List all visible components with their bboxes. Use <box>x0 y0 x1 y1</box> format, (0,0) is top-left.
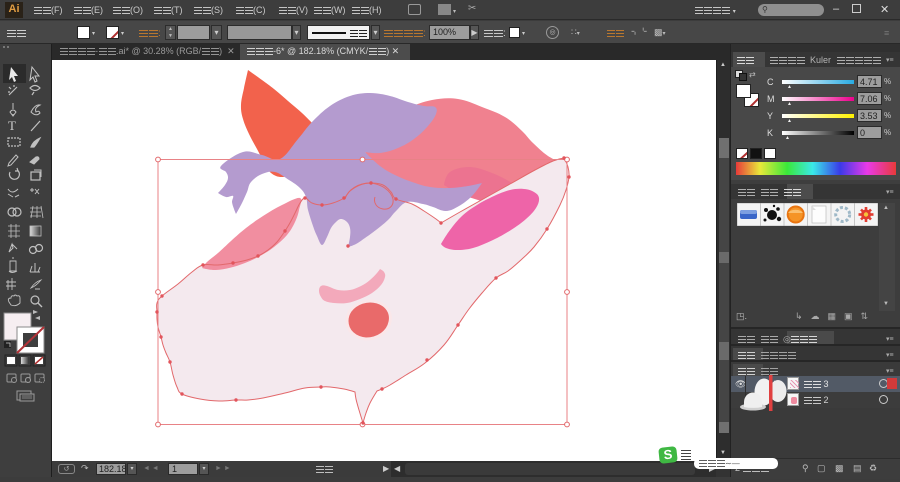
svg-text:T: T <box>8 118 16 133</box>
